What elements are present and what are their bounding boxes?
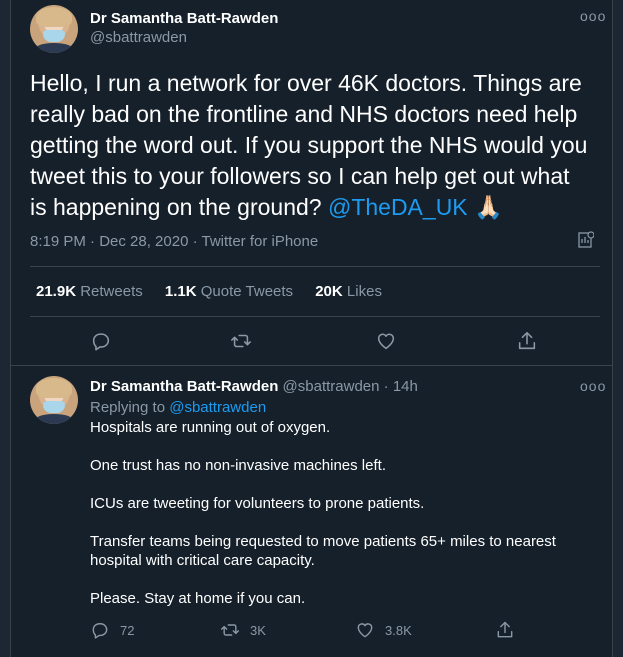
divider	[10, 365, 613, 366]
share-icon	[497, 621, 513, 638]
likes-stat[interactable]: 20K Likes	[315, 283, 382, 300]
tweet-body: Hello, I run a network for over 46K doct…	[30, 70, 588, 220]
retweets-label: Retweets	[80, 283, 143, 300]
reply-paragraph: ICUs are tweeting for volunteers to pron…	[90, 495, 425, 512]
heart-icon	[357, 623, 373, 638]
reply-icon[interactable]	[90, 330, 112, 352]
quote-label: Quote Tweets	[200, 283, 294, 300]
reply-count: 72	[120, 622, 135, 638]
left-frame	[0, 0, 10, 657]
retweets-stat[interactable]: 21.9K Retweets	[36, 283, 143, 300]
quotes-stat[interactable]: 1.1K Quote Tweets	[165, 283, 293, 300]
analytics-icon[interactable]	[578, 231, 594, 249]
reply-header: Dr Samantha Batt-Rawden @sbattrawden · 1…	[90, 378, 418, 395]
likes-count: 20K	[315, 283, 343, 300]
mention-link[interactable]: @TheDA_UK	[328, 194, 468, 220]
share-icon[interactable]	[516, 330, 538, 352]
reply-paragraph: Please. Stay at home if you can.	[90, 590, 306, 607]
replying-to: Replying to @sbattrawden	[90, 399, 266, 416]
retweet-icon[interactable]	[230, 330, 252, 352]
reply-retweet-action[interactable]: 3K	[220, 620, 266, 640]
reply-icon	[92, 623, 108, 639]
replying-prefix: Replying to	[90, 399, 170, 416]
more-icon[interactable]: ooo	[580, 378, 606, 394]
reply-author-name[interactable]: Dr Samantha Batt-Rawden	[90, 378, 278, 395]
retweet-icon	[220, 624, 240, 636]
reply-text: Hospitals are running out of oxygen. One…	[90, 418, 560, 627]
author-handle[interactable]: @sbattrawden	[90, 29, 187, 46]
retweets-count: 21.9K	[36, 283, 77, 300]
pray-emoji: 🙏🏻	[474, 194, 503, 220]
reply-reply-action[interactable]: 72	[90, 620, 134, 640]
likes-label: Likes	[346, 283, 382, 300]
author-avatar[interactable]	[30, 5, 78, 53]
replying-to-link[interactable]: @sbattrawden	[169, 399, 266, 416]
divider	[30, 316, 600, 317]
retweet-count: 3K	[250, 622, 266, 638]
author-name[interactable]: Dr Samantha Batt-Rawden	[90, 10, 278, 27]
tweet-timestamp[interactable]: 8:19 PM · Dec 28, 2020 · Twitter for iPh…	[30, 233, 318, 250]
reply-paragraph: Transfer teams being requested to move p…	[90, 533, 556, 569]
reply-author-avatar[interactable]	[30, 376, 78, 424]
heart-icon[interactable]	[375, 330, 397, 352]
reply-like-action[interactable]: 3.8K	[355, 620, 412, 640]
reply-paragraph: One trust has no non-invasive machines l…	[90, 457, 386, 474]
right-frame	[613, 0, 623, 657]
tweet-stats: 21.9K Retweets 1.1K Quote Tweets 20K Lik…	[36, 283, 400, 300]
reply-time[interactable]: · 14h	[384, 378, 418, 395]
like-count: 3.8K	[385, 622, 412, 638]
reply-author-handle[interactable]: @sbattrawden	[283, 378, 380, 395]
reply-paragraph: Hospitals are running out of oxygen.	[90, 419, 331, 436]
reply-share-action[interactable]	[495, 620, 525, 640]
more-icon[interactable]: ooo	[580, 8, 606, 24]
divider	[30, 266, 600, 267]
tweet-text: Hello, I run a network for over 46K doct…	[30, 68, 590, 223]
quote-count: 1.1K	[164, 283, 197, 300]
